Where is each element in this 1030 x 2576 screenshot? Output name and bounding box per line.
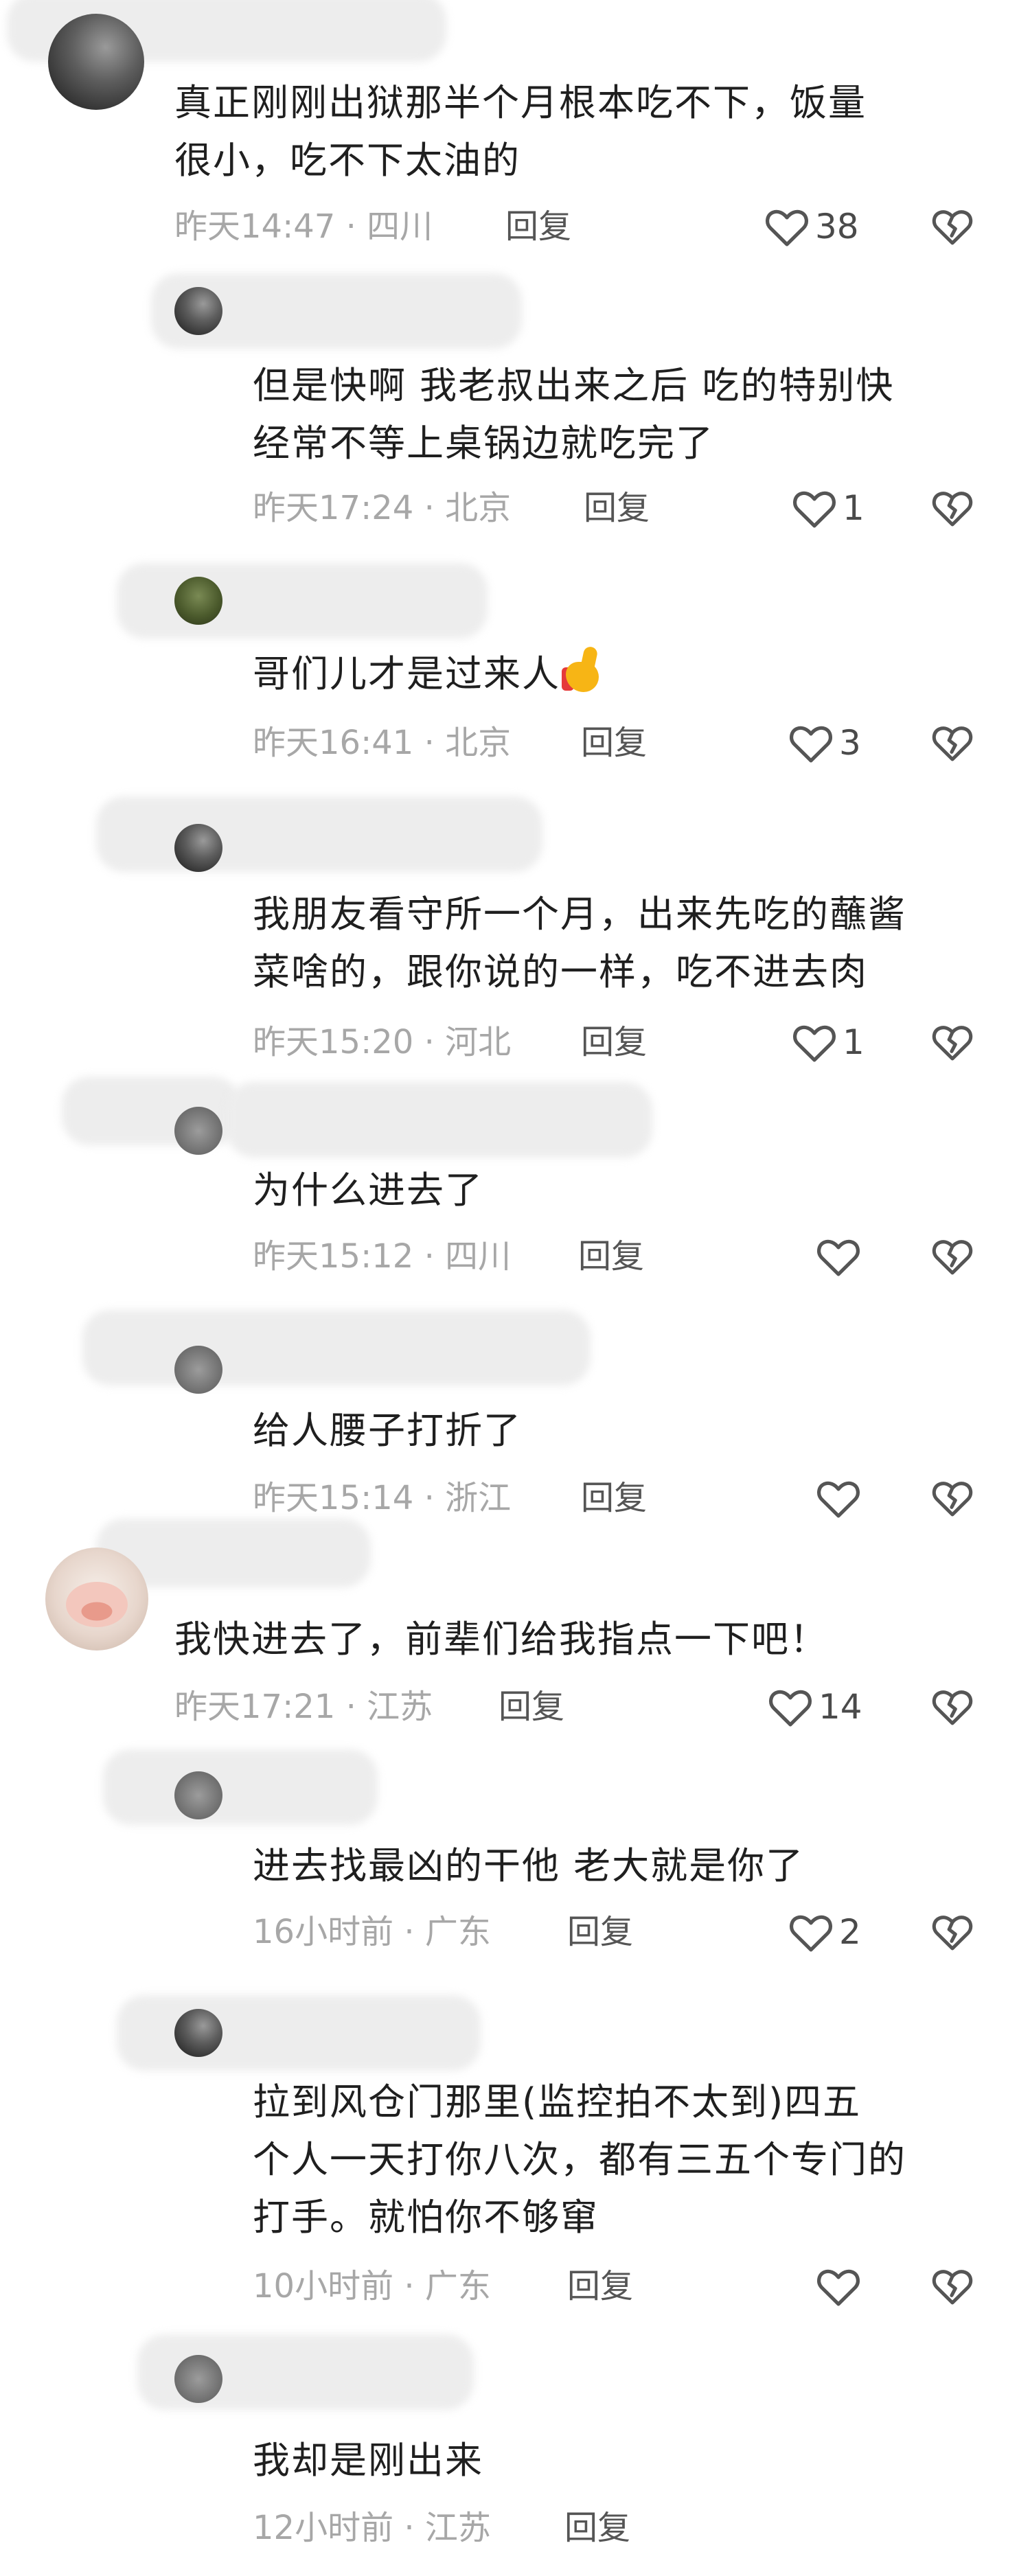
like-button[interactable] [816, 2264, 867, 2308]
broken-heart-icon [932, 210, 973, 245]
comment-text: 但是快啊 我老叔出来之后 吃的特别快 经常不等上桌锅边就吃完了 [253, 364, 895, 465]
heart-outline-icon [790, 726, 832, 763]
broken-heart-icon [932, 492, 973, 527]
reply-button[interactable]: 回复 [584, 487, 650, 529]
avatar[interactable] [174, 2355, 222, 2403]
avatar[interactable] [174, 577, 222, 625]
dislike-button[interactable] [930, 1685, 974, 1729]
dislike-button[interactable] [930, 1020, 974, 1064]
like-count: 1 [843, 488, 865, 528]
pig-nose [81, 1602, 113, 1621]
comment-meta: 昨天14:47 · 四川 [174, 207, 433, 246]
reply-button[interactable]: 回复 [581, 722, 647, 763]
thumbs-up-emoji [562, 645, 610, 695]
comment-text: 给人腰子打折了 [253, 1409, 522, 1452]
heart-outline-icon [817, 1481, 860, 1518]
like-count: 2 [839, 1912, 861, 1952]
comment-meta: 昨天15:14 · 浙江 [253, 1479, 512, 1517]
dislike-button[interactable] [930, 205, 974, 249]
broken-heart-icon [932, 1240, 973, 1275]
reply-button[interactable]: 回复 [578, 1236, 644, 1277]
broken-heart-icon [932, 726, 973, 761]
comment-text: 为什么进去了 [253, 1169, 483, 1212]
heart-outline-icon [817, 1239, 860, 1276]
avatar[interactable] [174, 1346, 222, 1394]
comment-meta: 10小时前 · 广东 [253, 2267, 491, 2305]
comment-meta: 昨天17:24 · 北京 [253, 489, 512, 527]
like-count: 14 [819, 1687, 862, 1727]
comment-text: 我却是刚出来 [253, 2439, 483, 2482]
like-button[interactable] [816, 1234, 867, 1278]
username-redacted [117, 1995, 481, 2071]
avatar[interactable] [174, 2009, 222, 2057]
heart-outline-icon [766, 209, 808, 246]
comment-text: 我快进去了，前辈们给我指点一下吧！ [174, 1618, 828, 1661]
reply-button[interactable]: 回复 [567, 1911, 633, 1953]
username-redacted [103, 1749, 378, 1825]
like-button[interactable]: 2 [788, 1910, 861, 1954]
like-button[interactable]: 1 [792, 1020, 865, 1064]
dislike-button[interactable] [930, 1476, 974, 1520]
reply-button[interactable]: 回复 [564, 2507, 630, 2549]
avatar[interactable] [45, 1548, 148, 1651]
like-count: 3 [839, 723, 861, 763]
dislike-button[interactable] [930, 1910, 974, 1954]
avatar[interactable] [48, 14, 144, 110]
reply-button[interactable]: 回复 [499, 1686, 564, 1727]
comment-meta: 昨天17:21 · 江苏 [174, 1688, 433, 1726]
dislike-button[interactable] [930, 721, 974, 765]
broken-heart-icon [932, 1690, 973, 1725]
broken-heart-icon [932, 1482, 973, 1517]
avatar[interactable] [174, 287, 222, 335]
avatar[interactable] [174, 1107, 222, 1155]
like-button[interactable] [816, 1476, 867, 1520]
reply-button[interactable]: 回复 [581, 1022, 647, 1063]
comment-meta: 12小时前 · 江苏 [253, 2509, 491, 2547]
username-redacted [117, 563, 488, 639]
reply-button[interactable]: 回复 [567, 2266, 633, 2307]
heart-outline-icon [817, 2269, 860, 2306]
dislike-button[interactable] [930, 486, 974, 530]
broken-heart-icon [932, 2270, 973, 2305]
comment-text: 进去找最凶的干他 老大就是你了 [253, 1844, 805, 1887]
broken-heart-icon [932, 1026, 973, 1061]
comment-text: 真正刚刚出狱那半个月根本吃不下，饭量 很小，吃不下太油的 [174, 81, 867, 182]
heart-outline-icon [793, 491, 836, 528]
username-redacted [82, 1310, 591, 1385]
like-count: 38 [815, 207, 859, 246]
like-count: 1 [843, 1022, 865, 1062]
broken-heart-icon [932, 1916, 973, 1951]
dislike-button[interactable] [930, 2264, 974, 2308]
reply-button[interactable]: 回复 [505, 206, 571, 247]
comment-meta: 昨天15:12 · 四川 [253, 1237, 512, 1276]
comment-meta: 昨天16:41 · 北京 [253, 724, 512, 762]
comment-meta: 昨天15:20 · 河北 [253, 1023, 512, 1061]
heart-outline-icon [793, 1025, 836, 1062]
avatar[interactable] [174, 1771, 222, 1819]
username-redacted [227, 1082, 652, 1158]
comment-text: 我朋友看守所一个月，出来先吃的蘸酱 菜啥的，跟你说的一样，吃不进去肉 [253, 893, 906, 993]
comment-text: 拉到风仓门那里(监控拍不太到)四五 个人一天打你八次，都有三五个专门的 打手。就… [253, 2080, 906, 2239]
like-button[interactable]: 3 [788, 721, 861, 765]
heart-outline-icon [769, 1690, 812, 1727]
comment-text: 哥们儿才是过来人 [253, 645, 610, 703]
avatar[interactable] [174, 824, 222, 872]
dislike-button[interactable] [930, 1234, 974, 1278]
like-button[interactable]: 1 [792, 486, 865, 530]
heart-outline-icon [790, 1915, 832, 1952]
reply-button[interactable]: 回复 [581, 1477, 647, 1519]
comment-meta: 16小时前 · 广东 [253, 1913, 491, 1951]
like-button[interactable]: 14 [768, 1685, 862, 1729]
username-redacted [96, 796, 542, 872]
like-button[interactable]: 38 [764, 205, 859, 249]
